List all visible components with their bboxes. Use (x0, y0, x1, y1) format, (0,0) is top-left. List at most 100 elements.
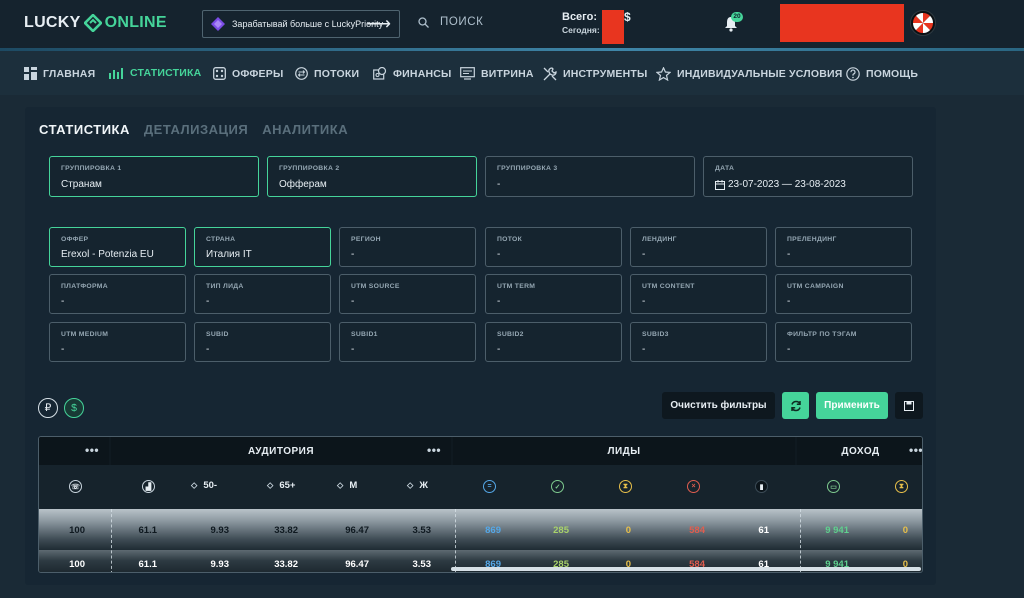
nav-item-statistics[interactable]: СТАТИСТИКА (109, 67, 201, 79)
cell-leads-approved: 285 (553, 525, 569, 536)
clear-filters-button[interactable]: Очистить фильтры (662, 392, 775, 419)
save-icon (904, 400, 914, 411)
cell-audience: 61.1 (138, 525, 158, 536)
diamond-icon (211, 17, 225, 31)
field-label: ОФФЕР (61, 236, 89, 243)
horizontal-scrollbar[interactable] (451, 567, 921, 571)
nav-item-showcase[interactable]: ВИТРИНА (460, 67, 534, 80)
header-male[interactable]: ⬦ М (337, 480, 357, 491)
nav-item-finance[interactable]: ФИНАНСЫ (373, 67, 452, 80)
filter-field-1[interactable]: ОФФЕР Erexol - Potenzia EU (49, 227, 186, 267)
column-menu-icon[interactable]: ••• (909, 443, 922, 457)
field-label: SUBID2 (497, 331, 524, 338)
header-age-50[interactable]: ⬦ 50- (191, 480, 217, 491)
filter-field-13[interactable]: UTM MEDIUM - (49, 322, 186, 362)
grouping-1-select[interactable]: ГРУППИРОВКА 1 Странам (49, 156, 259, 197)
field-label: ПРЕЛЕНДИНГ (787, 236, 837, 243)
date-range-field[interactable]: ДАТА 23-07-2023 — 23-08-2023 (703, 156, 913, 197)
search[interactable]: ПОИСК (418, 16, 483, 28)
header-leads-approved[interactable]: ✓ (551, 480, 564, 493)
field-value: - (497, 179, 501, 190)
filter-field-7[interactable]: ПЛАТФОРМА - (49, 274, 186, 314)
filter-field-15[interactable]: SUBID1 - (339, 322, 476, 362)
nav-label: ВИТРИНА (481, 67, 534, 80)
field-label: SUBID1 (351, 331, 378, 338)
logo[interactable]: LUCKY ONLINE (24, 14, 167, 32)
save-button[interactable] (895, 392, 923, 419)
filter-field-9[interactable]: UTM SOURCE - (339, 274, 476, 314)
arrow-right-icon: ⟶ (366, 14, 391, 33)
grouping-3-select[interactable]: ГРУППИРОВКА 3 - (485, 156, 695, 197)
field-label: UTM CAMPAIGN (787, 283, 844, 290)
field-label: UTM MEDIUM (61, 331, 109, 338)
filter-field-8[interactable]: ТИП ЛИДА - (194, 274, 331, 314)
filter-field-16[interactable]: SUBID2 - (485, 322, 622, 362)
search-label: ПОИСК (440, 16, 484, 28)
filter-field-18[interactable]: ФИЛЬТР ПО ТЭГАМ - (775, 322, 912, 362)
filter-field-3[interactable]: РЕГИОН - (339, 227, 476, 267)
header-female[interactable]: ⬦ Ж (407, 480, 428, 491)
star-icon (656, 67, 671, 81)
field-value: - (61, 296, 65, 307)
field-value: - (61, 344, 65, 355)
header-income-hold[interactable]: ⧗ (895, 480, 908, 493)
filter-field-17[interactable]: SUBID3 - (630, 322, 767, 362)
header-age-65[interactable]: ⬦ 65+ (267, 480, 295, 491)
usd-icon: $ (71, 402, 77, 414)
field-label: ГРУППИРОВКА 3 (497, 165, 558, 172)
currency-usd-toggle[interactable]: $ (64, 398, 84, 418)
header-calls[interactable]: ☏ (69, 480, 82, 493)
filter-field-2[interactable]: СТРАНА Италия IT (194, 227, 331, 267)
filter-field-4[interactable]: ПОТОК - (485, 227, 622, 267)
nav-label: ПОМОЩЬ (866, 68, 919, 80)
column-menu-icon[interactable]: ••• (85, 443, 99, 457)
header-leads-total[interactable]: = (483, 480, 496, 493)
table-group-audience: АУДИТОРИЯ ••• (111, 437, 451, 465)
avatar[interactable] (910, 10, 936, 36)
nav-item-tools[interactable]: ИНСТРУМЕНТЫ (543, 67, 648, 81)
promo-banner[interactable]: Зарабатывай больше с LuckyPriority ⟶ (202, 10, 400, 38)
tab-analytics[interactable]: АНАЛИТИКА (262, 122, 348, 137)
header-leads-trash[interactable]: ▮ (755, 480, 768, 493)
filter-field-14[interactable]: SUBID - (194, 322, 331, 362)
table-header-row: ☏ ▟ ⬦ 50- ⬦ 65+ ⬦ М ⬦ Ж = ✓ ⧗ × ▮ ▭ ⧗ (39, 465, 922, 509)
header-leads-hold[interactable]: ⧗ (619, 480, 632, 493)
header-income-approved[interactable]: ▭ (827, 480, 840, 493)
currency-rub-toggle[interactable]: ₽ (38, 398, 58, 418)
nav-item-individual-terms[interactable]: ИНДИВИДУАЛЬНЫЕ УСЛОВИЯ (656, 67, 843, 81)
filter-field-12[interactable]: UTM CAMPAIGN - (775, 274, 912, 314)
group-label: АУДИТОРИЯ (247, 445, 315, 457)
trash-icon: ▮ (755, 480, 768, 493)
field-label: ТИП ЛИДА (206, 283, 244, 290)
refresh-button[interactable] (782, 392, 809, 419)
cell-audience: 61.1 (138, 559, 158, 570)
filter-field-5[interactable]: ЛЕНДИНГ - (630, 227, 767, 267)
filter-field-6[interactable]: ПРЕЛЕНДИНГ - (775, 227, 912, 267)
bar-chart-icon (109, 68, 123, 79)
header-audience-total[interactable]: ▟ (142, 480, 155, 493)
cell-calls: 100 (69, 525, 85, 536)
field-label: UTM CONTENT (642, 283, 695, 290)
filter-field-10[interactable]: UTM TERM - (485, 274, 622, 314)
calendar-icon (715, 179, 725, 190)
streams-icon (295, 67, 308, 80)
nav-label: ИНСТРУМЕНТЫ (563, 68, 648, 80)
logo-text-lucky: LUCKY (24, 14, 81, 31)
hourglass-icon: ⧗ (895, 480, 908, 493)
nav-item-streams[interactable]: ПОТОКИ (295, 67, 359, 80)
nav-item-help[interactable]: ПОМОЩЬ (846, 67, 918, 81)
field-label: SUBID (206, 331, 229, 338)
cell-leads-total: 869 (485, 525, 501, 536)
phone-icon: ☏ (69, 480, 82, 493)
nav-item-offers[interactable]: ОФФЕРЫ (213, 67, 283, 80)
grouping-2-select[interactable]: ГРУППИРОВКА 2 Офферам (267, 156, 477, 197)
header-leads-rejected[interactable]: × (687, 480, 700, 493)
tab-details[interactable]: ДЕТАЛИЗАЦИЯ (144, 122, 248, 137)
apply-button[interactable]: Применить (816, 392, 888, 419)
field-value: - (642, 249, 646, 260)
nav-item-main[interactable]: ГЛАВНАЯ (24, 67, 95, 80)
filter-field-11[interactable]: UTM CONTENT - (630, 274, 767, 314)
logo-text-online: ONLINE (104, 14, 167, 31)
column-menu-icon[interactable]: ••• (427, 443, 441, 457)
tab-statistics[interactable]: СТАТИСТИКА (39, 122, 130, 137)
